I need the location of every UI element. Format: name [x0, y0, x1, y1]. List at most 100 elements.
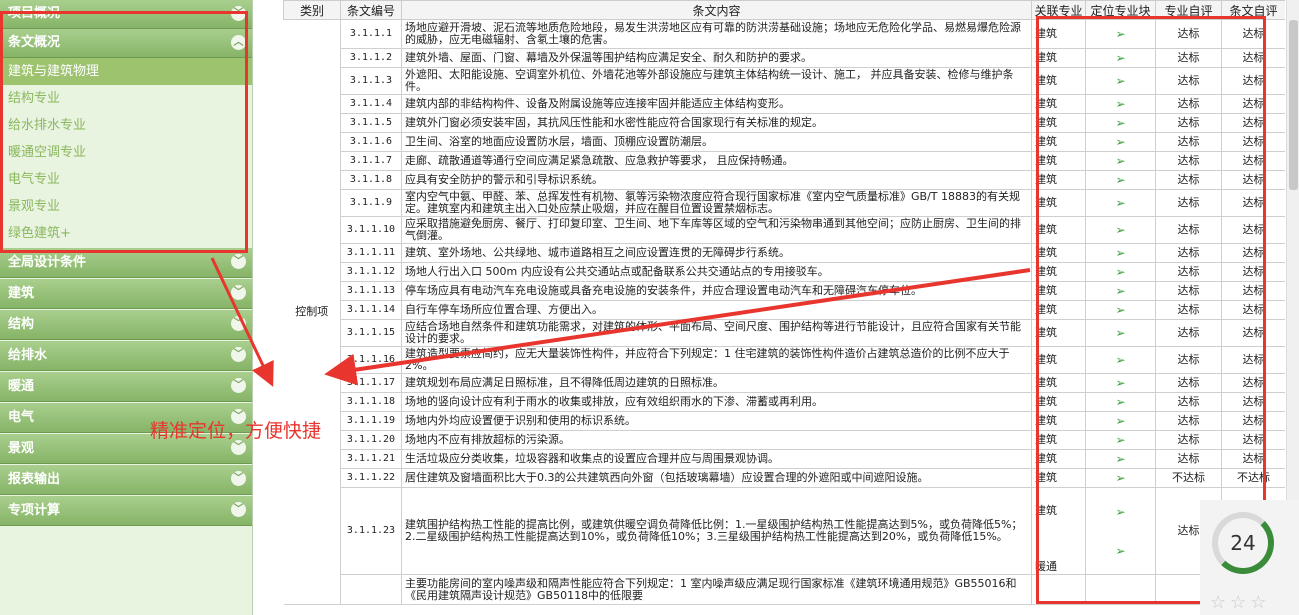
locate-send-icon[interactable]: ➢ — [1115, 135, 1125, 149]
chevron-down-icon[interactable]: ﹀ — [231, 471, 246, 486]
locate-send-icon[interactable]: ➢ — [1115, 223, 1125, 237]
clause-self-eval[interactable]: 达标 — [1221, 243, 1285, 263]
sidebar-subitem[interactable]: 电气专业 — [0, 166, 252, 193]
sidebar-section[interactable]: 专项计算 ﹀ — [0, 496, 252, 526]
sidebar-subitem[interactable]: 给水排水专业 — [0, 112, 252, 139]
discipline-self-eval[interactable]: 达标 — [1155, 170, 1222, 190]
clause-self-eval[interactable]: 达标 — [1221, 216, 1285, 244]
clause-self-eval[interactable]: 达标 — [1221, 170, 1285, 190]
column-header[interactable]: 定位专业块 — [1085, 0, 1156, 20]
table-row[interactable]: 3.1.1.23 建筑围护结构热工性能的提高比例，或建筑供暖空调负荷降低比例：1.… — [284, 487, 1285, 575]
table-row[interactable]: 3.1.1.12 场地人行出入口 500m 内应设有公共交通站点或配备联系公共交通… — [284, 262, 1285, 282]
discipline-self-eval[interactable]: 达标 — [1155, 189, 1222, 217]
sidebar-section[interactable]: 结构 ﹀ — [0, 310, 252, 340]
clause-self-eval[interactable]: 达标 — [1221, 430, 1285, 450]
discipline-self-eval[interactable]: 达标 — [1155, 262, 1222, 282]
locate-send-icon[interactable]: ➢ — [1115, 326, 1125, 340]
sidebar-section[interactable]: 暖通 ﹀ — [0, 372, 252, 402]
discipline-self-eval[interactable]: 达标 — [1155, 48, 1222, 68]
locate-send-icon[interactable]: ➢ — [1115, 376, 1125, 390]
locate-send-icon[interactable]: ➢ — [1115, 173, 1125, 187]
locate-send-icon[interactable]: ➢ — [1115, 246, 1125, 260]
table-row[interactable]: 3.1.1.15 应结合场地自然条件和建筑功能需求，对建筑的体形、平面布局、空间尺… — [284, 319, 1285, 347]
clause-self-eval[interactable]: 达标 — [1221, 262, 1285, 282]
table-row[interactable]: 3.1.1.8 应具有安全防护的警示和引导标识系统。 建筑 ➢ 达标 达标 — [284, 170, 1285, 190]
chevron-down-icon[interactable]: ﹀ — [231, 254, 246, 269]
discipline-self-eval[interactable]: 不达标 — [1155, 468, 1222, 488]
locate-send-icon[interactable]: ➢ — [1115, 303, 1125, 317]
clause-self-eval[interactable]: 达标 — [1221, 281, 1285, 301]
table-row[interactable]: 3.1.1.20 场地内不应有排放超标的污染源。 建筑 ➢ 达标 达标 — [284, 430, 1285, 450]
clause-self-eval[interactable]: 达标 — [1221, 67, 1285, 95]
discipline-self-eval[interactable]: 达标 — [1155, 216, 1222, 244]
clause-self-eval[interactable]: 达标 — [1221, 411, 1285, 431]
column-header[interactable]: 关联专业 — [1031, 0, 1086, 20]
score-widget[interactable]: 24 ☆☆☆ — [1200, 500, 1299, 615]
chevron-down-icon[interactable]: ﹀ — [231, 378, 246, 393]
column-header[interactable]: 条文内容 — [401, 0, 1032, 20]
table-row[interactable]: 3.1.1.18 场地的竖向设计应有利于雨水的收集或排放，应有效组织雨水的下渗、滞… — [284, 392, 1285, 412]
sidebar-subitem[interactable]: 结构专业 — [0, 85, 252, 112]
discipline-self-eval[interactable]: 达标 — [1155, 392, 1222, 412]
table-row[interactable]: 3.1.1.2 建筑外墙、屋面、门窗、幕墙及外保温等围护结构应满足安全、耐久和防护… — [284, 48, 1285, 68]
sidebar-section[interactable]: 项目概况 ﹀ — [0, 0, 252, 29]
sidebar-section[interactable]: 报表输出 ﹀ — [0, 465, 252, 495]
locate-send-icon[interactable]: ➢ — [1115, 433, 1125, 447]
table-row[interactable]: 3.1.1.7 走廊、疏散通道等通行空间应满足紧急疏散、应急救护等要求， 且应保持… — [284, 151, 1285, 171]
locate-send-icon[interactable]: ➢ — [1115, 116, 1125, 130]
locate-send-icon[interactable]: ➢ — [1115, 196, 1125, 210]
sidebar-subitem[interactable]: 绿色建筑+ — [0, 220, 252, 247]
clause-self-eval[interactable]: 达标 — [1221, 449, 1285, 469]
locate-send-icon[interactable]: ➢ — [1115, 154, 1125, 168]
table-row[interactable]: 3.1.1.11 建筑、室外场地、公共绿地、城市道路相互之间应设置连贯的无障碍步行… — [284, 243, 1285, 263]
column-header[interactable]: 条文编号 — [340, 0, 402, 20]
chevron-down-icon[interactable]: ﹀ — [231, 6, 246, 21]
locate-send-icon[interactable]: ➢ — [1115, 284, 1125, 298]
clause-self-eval[interactable]: 达标 — [1221, 392, 1285, 412]
locate-send-icon[interactable]: ➢ — [1115, 505, 1125, 519]
sidebar-subitem[interactable]: 暖通空调专业 — [0, 139, 252, 166]
locate-send-icon[interactable]: ➢ — [1115, 97, 1125, 111]
locate-send-icon[interactable]: ➢ — [1089, 545, 1152, 557]
table-row[interactable]: 3.1.1.22 居住建筑及窗墙面积比大于0.3的公共建筑西向外窗（包括玻璃幕墙）… — [284, 468, 1285, 488]
table-row[interactable]: 3.1.1.17 建筑规划布局应满足日照标准，且不得降低周边建筑的日照标准。 建筑 ➢… — [284, 373, 1285, 393]
table-row[interactable]: 3.1.1.5 建筑外门窗必须安装牢固，其抗风压性能和水密性能应符合国家现行有关标… — [284, 113, 1285, 133]
table-row[interactable]: 3.1.1.9 室内空气中氨、甲醛、苯、总挥发性有机物、氡等污染物浓度应符合现行国… — [284, 189, 1285, 217]
locate-send-icon[interactable]: ➢ — [1115, 395, 1125, 409]
chevron-down-icon[interactable]: ﹀ — [231, 285, 246, 300]
locate-send-icon[interactable]: ➢ — [1115, 471, 1125, 485]
discipline-self-eval[interactable]: 达标 — [1155, 243, 1222, 263]
discipline-self-eval[interactable]: 达标 — [1155, 346, 1222, 374]
column-header[interactable]: 条文自评 — [1221, 0, 1285, 20]
clause-self-eval[interactable]: 达标 — [1221, 48, 1285, 68]
discipline-self-eval[interactable]: 达标 — [1155, 132, 1222, 152]
locate-send-icon[interactable]: ➢ — [1115, 74, 1125, 88]
locate-send-icon[interactable]: ➢ — [1115, 51, 1125, 65]
clause-self-eval[interactable]: 达标 — [1221, 113, 1285, 133]
clause-self-eval[interactable]: 达标 — [1221, 151, 1285, 171]
table-row[interactable]: 3.1.1.10 应采取措施避免厨房、餐厅、打印复印室、卫生间、地下车库等区域的空… — [284, 216, 1285, 244]
column-header[interactable]: 类别 — [283, 0, 341, 20]
chevron-down-icon[interactable]: ﹀ — [231, 316, 246, 331]
clause-self-eval[interactable]: 达标 — [1221, 373, 1285, 393]
sidebar-section[interactable]: 全局设计条件 ﹀ — [0, 248, 252, 278]
discipline-self-eval[interactable]: 达标 — [1155, 19, 1222, 49]
scrollbar-thumb[interactable] — [1289, 20, 1298, 190]
column-header[interactable]: 专业自评 — [1155, 0, 1222, 20]
discipline-self-eval[interactable]: 达标 — [1155, 151, 1222, 171]
discipline-self-eval[interactable]: 达标 — [1155, 113, 1222, 133]
chevron-up-icon[interactable]: ︿ — [231, 35, 246, 50]
sidebar-section[interactable]: 给排水 ﹀ — [0, 341, 252, 371]
sidebar-subitem[interactable]: 景观专业 — [0, 193, 252, 220]
discipline-self-eval[interactable]: 达标 — [1155, 430, 1222, 450]
sidebar-section[interactable]: 建筑 ﹀ — [0, 279, 252, 309]
clause-self-eval[interactable]: 达标 — [1221, 319, 1285, 347]
table-row[interactable]: 3.1.1.14 自行车停车场所应位置合理、方便出入。 建筑 ➢ 达标 达标 — [284, 300, 1285, 320]
chevron-down-icon[interactable]: ﹀ — [231, 502, 246, 517]
clause-self-eval[interactable]: 达标 — [1221, 94, 1285, 114]
sidebar-section[interactable]: 条文概况 ︿ — [0, 29, 252, 58]
discipline-self-eval[interactable]: 达标 — [1155, 319, 1222, 347]
sidebar-subitem[interactable]: 建筑与建筑物理 — [0, 58, 252, 85]
table-row[interactable]: 主要功能房间的室内噪声级和隔声性能应符合下列规定：1 室内噪声级应满足现行国家标… — [284, 574, 1285, 605]
locate-send-icon[interactable]: ➢ — [1115, 27, 1125, 41]
